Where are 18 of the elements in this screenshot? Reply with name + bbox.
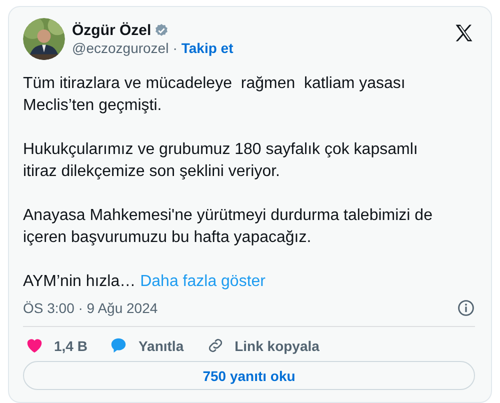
timestamp[interactable]: ÖS 3:00 · 9 Ağu 2024 <box>23 300 158 316</box>
tweet-paragraph: Anayasa Mahkemesi'ne yürütmeyi durdurma talebimizi de içeren başvurumuzu bu hafta yapacağız. <box>23 206 434 248</box>
tweet-paragraph: Hukukçularımız ve grubumuz 180 sayfalık çok kapsamlı itiraz dilekçemize son şeklini veriyor. <box>23 140 419 182</box>
author-name[interactable]: Özgür Özel <box>72 22 152 39</box>
avatar[interactable] <box>23 18 65 60</box>
reply-button[interactable]: Yanıtla <box>109 336 184 355</box>
tweet-paragraph: AYM’nin hızla… Daha fazla göster <box>23 272 266 292</box>
separator: · <box>172 40 178 56</box>
speech-bubble-icon <box>109 336 128 355</box>
tweet-paragraph: Tüm itirazlara ve mücadeleye rağmen katliam yasası Meclis’ten geçmişti. <box>23 74 406 116</box>
author-handle[interactable]: @eczozgurozel <box>72 40 169 56</box>
read-replies-button[interactable]: 750 yanıtı oku <box>23 361 475 390</box>
like-button[interactable]: 1,4 B <box>25 336 88 355</box>
follow-link[interactable]: Takip et <box>181 40 234 56</box>
x-logo-icon[interactable] <box>453 22 475 44</box>
link-button[interactable]: Link kopyala <box>206 336 320 355</box>
info-icon[interactable] <box>457 299 475 317</box>
heart-icon <box>25 336 44 355</box>
